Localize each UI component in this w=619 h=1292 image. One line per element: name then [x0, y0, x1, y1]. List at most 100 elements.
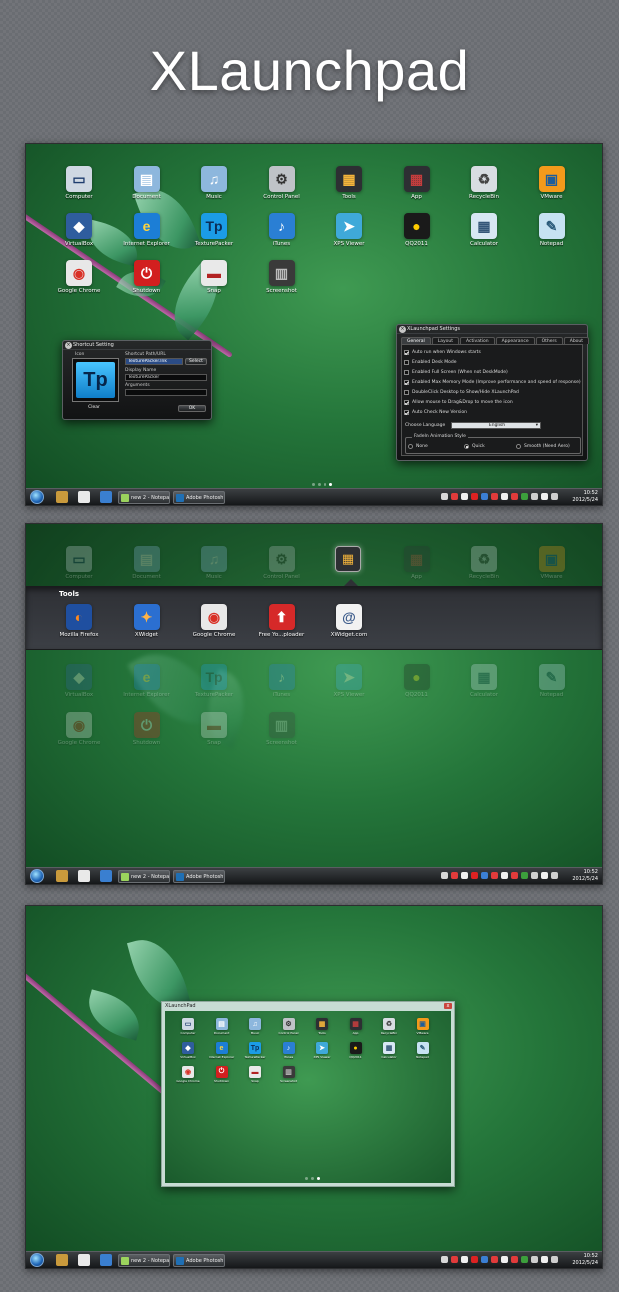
fade-option[interactable]: Quick — [464, 444, 485, 449]
desktop-icon[interactable]: ▥ Screenshot — [252, 260, 312, 294]
tray-icon[interactable] — [551, 872, 558, 879]
mini-desktop-icon[interactable]: ♻ RecycleBin — [374, 1018, 404, 1035]
pinned-app-icon[interactable] — [100, 870, 112, 882]
tray-icon[interactable] — [551, 493, 558, 500]
folder-item[interactable]: @ XWidget.com — [319, 604, 379, 638]
radio-button[interactable] — [408, 444, 413, 449]
checkbox[interactable] — [404, 360, 409, 365]
checkbox[interactable] — [404, 400, 409, 405]
mini-desktop-icon[interactable]: ⚙ Control Panel — [274, 1018, 304, 1035]
tab-layout[interactable]: Layout — [431, 337, 460, 344]
tray-icon[interactable] — [501, 1256, 508, 1263]
settings-option[interactable]: Auto Check New Version — [404, 410, 467, 415]
mini-desktop-icon[interactable]: ▦ Calculator — [374, 1042, 404, 1059]
mini-desktop-icon[interactable]: e Internet Explorer — [207, 1042, 237, 1059]
settings-option[interactable]: Enabled Desk Mode — [404, 360, 457, 365]
start-button[interactable] — [30, 1253, 44, 1267]
desktop-icon[interactable]: Tp TexturePacker — [184, 213, 244, 247]
mini-desktop-icon[interactable]: ➤ XPS Viewer — [307, 1042, 337, 1059]
tray-icon[interactable] — [511, 872, 518, 879]
settings-option[interactable]: DoubleClick Desktop to Show/Hide XLaunch… — [404, 390, 519, 395]
tab-appearance[interactable]: Appearance — [495, 337, 535, 344]
close-icon[interactable]: × — [65, 342, 72, 349]
tab-activation[interactable]: Activation — [460, 337, 495, 344]
desktop-icon[interactable]: ⏻ Shutdown — [117, 712, 177, 746]
desktop-icon[interactable]: ♪ iTunes — [252, 213, 312, 247]
tray-icon[interactable] — [461, 1256, 468, 1263]
tray-icon[interactable] — [531, 1256, 538, 1263]
select-button[interactable]: Select — [185, 358, 207, 365]
window-title-bar[interactable]: XLaunchPad x — [162, 1002, 454, 1011]
taskbar-task-button[interactable]: new 2 - Notepa... — [118, 1254, 170, 1267]
tray-icon[interactable] — [541, 493, 548, 500]
checkbox[interactable] — [404, 350, 409, 355]
clock[interactable]: 10:52 2012/5/24 — [572, 869, 598, 882]
radio-button[interactable] — [464, 444, 469, 449]
ok-button[interactable]: OK — [178, 405, 206, 412]
tray-icon[interactable] — [501, 493, 508, 500]
start-button[interactable] — [30, 490, 44, 504]
folder-item[interactable]: ✦ XWidget — [117, 604, 177, 638]
tray-icon[interactable] — [521, 872, 528, 879]
desktop-icon[interactable]: ▦ Calculator — [454, 213, 514, 247]
taskbar-task-button[interactable]: new 2 - Notepa... — [118, 870, 170, 883]
tray-icon[interactable] — [441, 1256, 448, 1263]
tray-icon[interactable] — [451, 1256, 458, 1263]
mini-desktop-icon[interactable]: ▥ Screenshot — [274, 1066, 304, 1083]
desktop-icon[interactable]: ● QQ2011 — [387, 664, 447, 698]
language-select[interactable]: English ▾ — [451, 422, 541, 429]
tray-icon[interactable] — [481, 1256, 488, 1263]
settings-option[interactable]: Auto run when Windows starts — [404, 350, 481, 355]
mini-desktop-icon[interactable]: ✎ Notepad — [408, 1042, 438, 1059]
fade-option[interactable]: Smooth (Need Aero) — [516, 444, 570, 449]
pinned-app-icon[interactable] — [100, 491, 112, 503]
clear-button[interactable]: Clear — [77, 405, 111, 412]
dialog-title-bar[interactable]: × Shortcut Setting — [63, 341, 211, 350]
desktop-icon[interactable]: ▤ Document — [117, 166, 177, 200]
mini-desktop-icon[interactable]: ▦ App — [341, 1018, 371, 1035]
mini-desktop-icon[interactable]: ▦ Tools — [307, 1018, 337, 1035]
desktop-icon[interactable]: ◉ Google Chrome — [49, 260, 109, 294]
tray-icon[interactable] — [531, 493, 538, 500]
tray-icon[interactable] — [511, 493, 518, 500]
desktop-icon[interactable]: ▦ App — [387, 166, 447, 200]
desktop-icon[interactable]: ● QQ2011 — [387, 213, 447, 247]
desktop-icon[interactable]: ♪ iTunes — [252, 664, 312, 698]
tray-icon[interactable] — [521, 1256, 528, 1263]
taskbar-task-button[interactable]: Adobe Photosh... — [173, 1254, 225, 1267]
checkbox[interactable] — [404, 390, 409, 395]
close-icon[interactable]: × — [399, 326, 406, 333]
mini-desktop-icon[interactable]: Tp TexturePacker — [240, 1042, 270, 1059]
checkbox[interactable] — [404, 370, 409, 375]
desktop-icon[interactable]: ◆ VirtualBox — [49, 213, 109, 247]
mini-desktop-icon[interactable]: ◆ VirtualBox — [173, 1042, 203, 1059]
radio-button[interactable] — [516, 444, 521, 449]
mini-desktop-icon[interactable]: ▤ Document — [207, 1018, 237, 1035]
tray-icon[interactable] — [521, 493, 528, 500]
folder-item[interactable]: ◉ Google Chrome — [184, 604, 244, 638]
settings-option[interactable]: Enabled Max Memory Mode (Improve perform… — [404, 380, 581, 385]
desktop-icon[interactable]: ▣ VMware — [522, 166, 582, 200]
desktop-icon[interactable]: ▭ Computer — [49, 546, 109, 580]
pinned-app-icon[interactable] — [56, 870, 68, 882]
checkbox[interactable] — [404, 410, 409, 415]
desktop-icon[interactable]: ♫ Music — [184, 166, 244, 200]
desktop-icon[interactable]: ▬ Snap — [184, 712, 244, 746]
tray-icon[interactable] — [491, 872, 498, 879]
folder-title[interactable]: Tools — [59, 590, 79, 598]
desktop-icon[interactable]: ⚙ Control Panel — [252, 166, 312, 200]
desktop-icon[interactable]: ▦ App — [387, 546, 447, 580]
tray-icon[interactable] — [441, 493, 448, 500]
tray-icon[interactable] — [531, 872, 538, 879]
mini-desktop-icon[interactable]: ▭ Computer — [173, 1018, 203, 1035]
pinned-app-icon[interactable] — [78, 1254, 90, 1266]
settings-option[interactable]: Enabled Full Screen (When not DeskMode) — [404, 370, 508, 375]
close-button[interactable]: x — [444, 1003, 452, 1009]
taskbar-task-button[interactable]: new 2 - Notepa... — [118, 491, 170, 504]
pinned-app-icon[interactable] — [56, 1254, 68, 1266]
checkbox[interactable] — [404, 380, 409, 385]
pinned-app-icon[interactable] — [78, 870, 90, 882]
mini-desktop-icon[interactable]: ♫ Music — [240, 1018, 270, 1035]
arguments-input[interactable] — [125, 389, 207, 396]
fade-option[interactable]: None — [408, 444, 428, 449]
